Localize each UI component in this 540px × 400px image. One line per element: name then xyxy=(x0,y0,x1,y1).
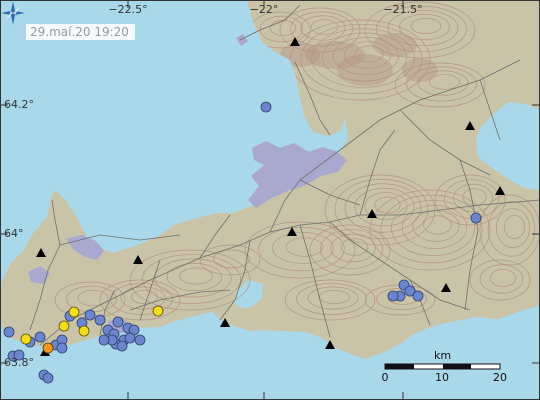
earthquake-marker-blue xyxy=(98,334,110,346)
scale-tick-0: 0 xyxy=(381,371,389,384)
earthquake-marker-blue xyxy=(124,332,136,344)
earthquake-marker-blue xyxy=(84,309,96,321)
earthquake-marker-yellow xyxy=(20,333,32,345)
lat-label-63-8: 63.8° xyxy=(4,356,34,369)
mountain-shade xyxy=(402,58,438,82)
earthquake-marker-blue xyxy=(3,326,15,338)
earthquake-marker-blue xyxy=(42,372,54,384)
scale-unit-label: km xyxy=(434,349,452,362)
earthquake-marker-orange xyxy=(42,342,54,354)
earthquake-map: 29.maí.20 19:20 −22.5° −22° −21.5° 64.2°… xyxy=(0,0,540,400)
earthquake-marker-blue xyxy=(387,290,399,302)
earthquake-marker-blue xyxy=(94,314,106,326)
map-canvas xyxy=(0,0,540,400)
scale-tick-20: 20 xyxy=(493,371,507,384)
earthquake-marker-blue xyxy=(112,316,124,328)
earthquake-marker-blue xyxy=(56,342,68,354)
lon-label-22-5: −22.5° xyxy=(108,3,148,16)
scale-bar xyxy=(384,363,501,370)
mountain-shade xyxy=(373,33,417,57)
earthquake-marker-yellow xyxy=(78,325,90,337)
earthquake-marker-blue xyxy=(116,340,128,352)
mountain-shade xyxy=(337,54,393,86)
earthquake-marker-blue xyxy=(134,334,146,346)
lon-label-22: −22° xyxy=(249,3,279,16)
lat-label-64-2: 64.2° xyxy=(4,98,34,111)
timestamp-label: 29.maí.20 19:20 xyxy=(26,24,135,40)
lon-label-21-5: −21.5° xyxy=(383,3,423,16)
earthquake-marker-blue xyxy=(470,212,482,224)
earthquake-marker-yellow xyxy=(58,320,70,332)
earthquake-marker-yellow xyxy=(152,305,164,317)
lat-label-64: 64° xyxy=(4,227,24,240)
earthquake-marker-blue xyxy=(34,331,46,343)
scale-tick-10: 10 xyxy=(435,371,449,384)
earthquake-marker-yellow xyxy=(68,306,80,318)
earthquake-marker-blue xyxy=(412,290,424,302)
imo-star-logo-icon xyxy=(1,1,25,25)
earthquake-marker-blue xyxy=(260,101,272,113)
